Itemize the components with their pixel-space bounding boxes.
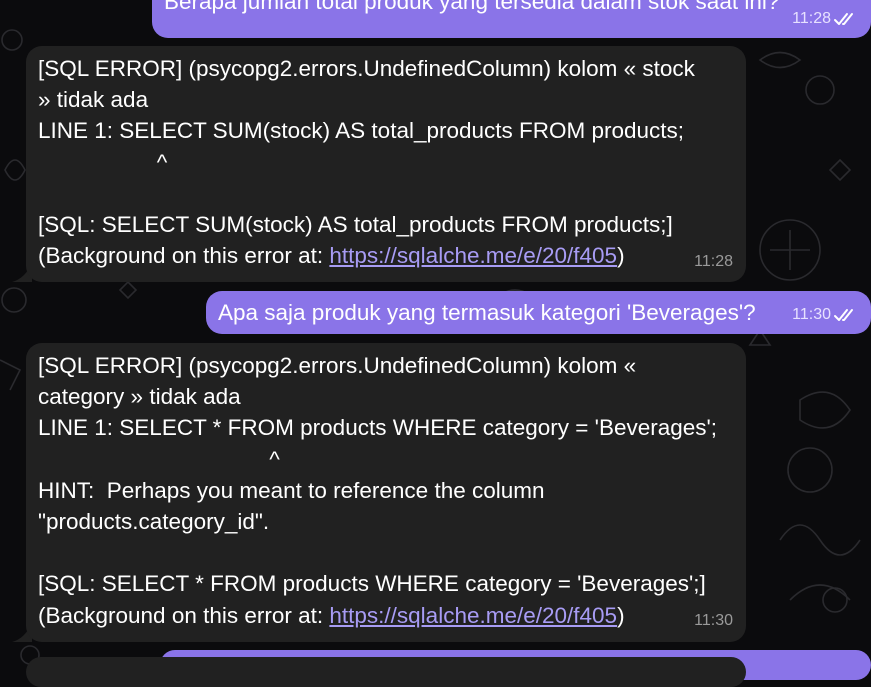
- error-line-4: ^: [38, 446, 280, 472]
- background-prefix: (Background on this error at:: [38, 243, 330, 269]
- background-suffix: ): [617, 243, 625, 269]
- error-message-2[interactable]: [SQL ERROR] (psycopg2.errors.UndefinedCo…: [26, 343, 746, 642]
- error-link[interactable]: https://sqlalche.me/e/20/f405: [329, 603, 617, 628]
- error-line-1: [SQL ERROR] (psycopg2.errors.UndefinedCo…: [38, 56, 695, 81]
- message-text: Apa saja produk yang termasuk kategori '…: [218, 300, 756, 325]
- error-line-2: » tidak ada: [38, 87, 149, 113]
- error-link[interactable]: https://sqlalche.me/e/20/f405: [329, 243, 617, 268]
- error-line-6: [SQL: SELECT SUM(stock) AS total_product…: [38, 212, 673, 238]
- message-time: 11:28: [694, 252, 733, 270]
- double-check-icon: [834, 12, 853, 25]
- message-time: 11:30: [792, 306, 831, 323]
- error-line-8: [SQL: SELECT * FROM products WHERE categ…: [38, 571, 706, 597]
- message-time: 11:28: [792, 10, 831, 27]
- error-line-3: LINE 1: SELECT SUM(stock) AS total_produ…: [38, 118, 685, 144]
- error-line-5: HINT: Perhaps you meant to reference the…: [38, 477, 545, 503]
- error-line-9: (Background on this error at: https://sq…: [38, 600, 734, 631]
- outgoing-message-top[interactable]: Berapa jumlah total produk yang tersedia…: [152, 0, 871, 38]
- error-line-7: [38, 537, 734, 568]
- double-check-icon: [834, 308, 853, 321]
- incoming-message-partial[interactable]: [26, 657, 746, 687]
- error-line-1: [SQL ERROR] (psycopg2.errors.UndefinedCo…: [38, 353, 637, 378]
- background-suffix: ): [617, 602, 625, 628]
- error-message-1[interactable]: [SQL ERROR] (psycopg2.errors.UndefinedCo…: [26, 46, 746, 282]
- error-line-7: (Background on this error at: https://sq…: [38, 240, 734, 271]
- error-line-3: LINE 1: SELECT * FROM products WHERE cat…: [38, 415, 718, 441]
- outgoing-message-beverages[interactable]: Apa saja produk yang termasuk kategori '…: [206, 291, 871, 334]
- error-line-6: "products.category_id".: [38, 509, 270, 535]
- error-line-2: category » tidak ada: [38, 384, 241, 410]
- error-line-5: [38, 178, 734, 209]
- error-line-4: ^: [38, 149, 168, 175]
- message-text: Berapa jumlah total produk yang tersedia…: [164, 0, 780, 14]
- message-time: 11:30: [694, 611, 733, 629]
- background-prefix: (Background on this error at:: [38, 602, 330, 628]
